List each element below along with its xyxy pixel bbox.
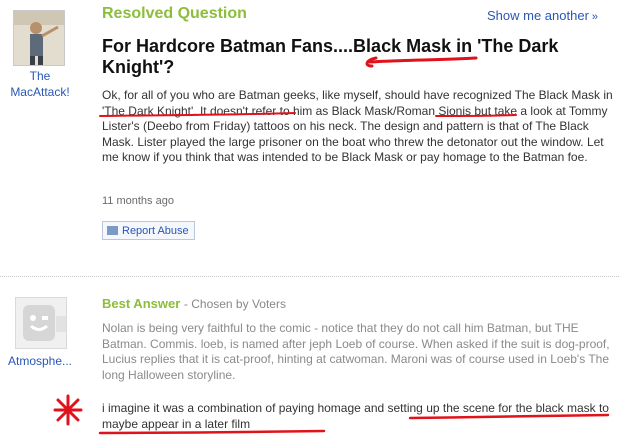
question-timestamp: 11 months ago [102,195,174,207]
best-answer-label: Best Answer [102,296,181,311]
report-abuse-label: Report Abuse [122,225,189,237]
status-heading: Resolved Question [102,5,247,22]
chosen-by-label: - Chosen by Voters [183,297,286,311]
question-body: Ok, for all of you who are Batman geeks,… [102,88,613,164]
show-another-link[interactable]: Show me another» [487,8,598,23]
section-divider [0,276,619,277]
answer-extra-text: i imagine it was a combination of paying… [102,401,609,431]
report-abuse-button[interactable]: Report Abuse [102,221,195,240]
answerer-avatar[interactable] [15,297,67,349]
flag-icon [107,226,118,235]
best-answer-heading: Best Answer - Chosen by Voters [102,296,286,311]
answer-body: Nolan is being very faithful to the comi… [102,321,610,382]
question-title: For Hardcore Batman Fans....Black Mask i… [102,36,559,77]
asterisk-icon [53,394,83,426]
answerer-name[interactable]: Atmosphe... [4,354,76,368]
asker-name[interactable]: The MacAttack! [0,68,80,100]
asker-avatar[interactable] [13,10,65,66]
show-another-label: Show me another [487,8,589,23]
chevron-right-icon: » [591,11,599,23]
